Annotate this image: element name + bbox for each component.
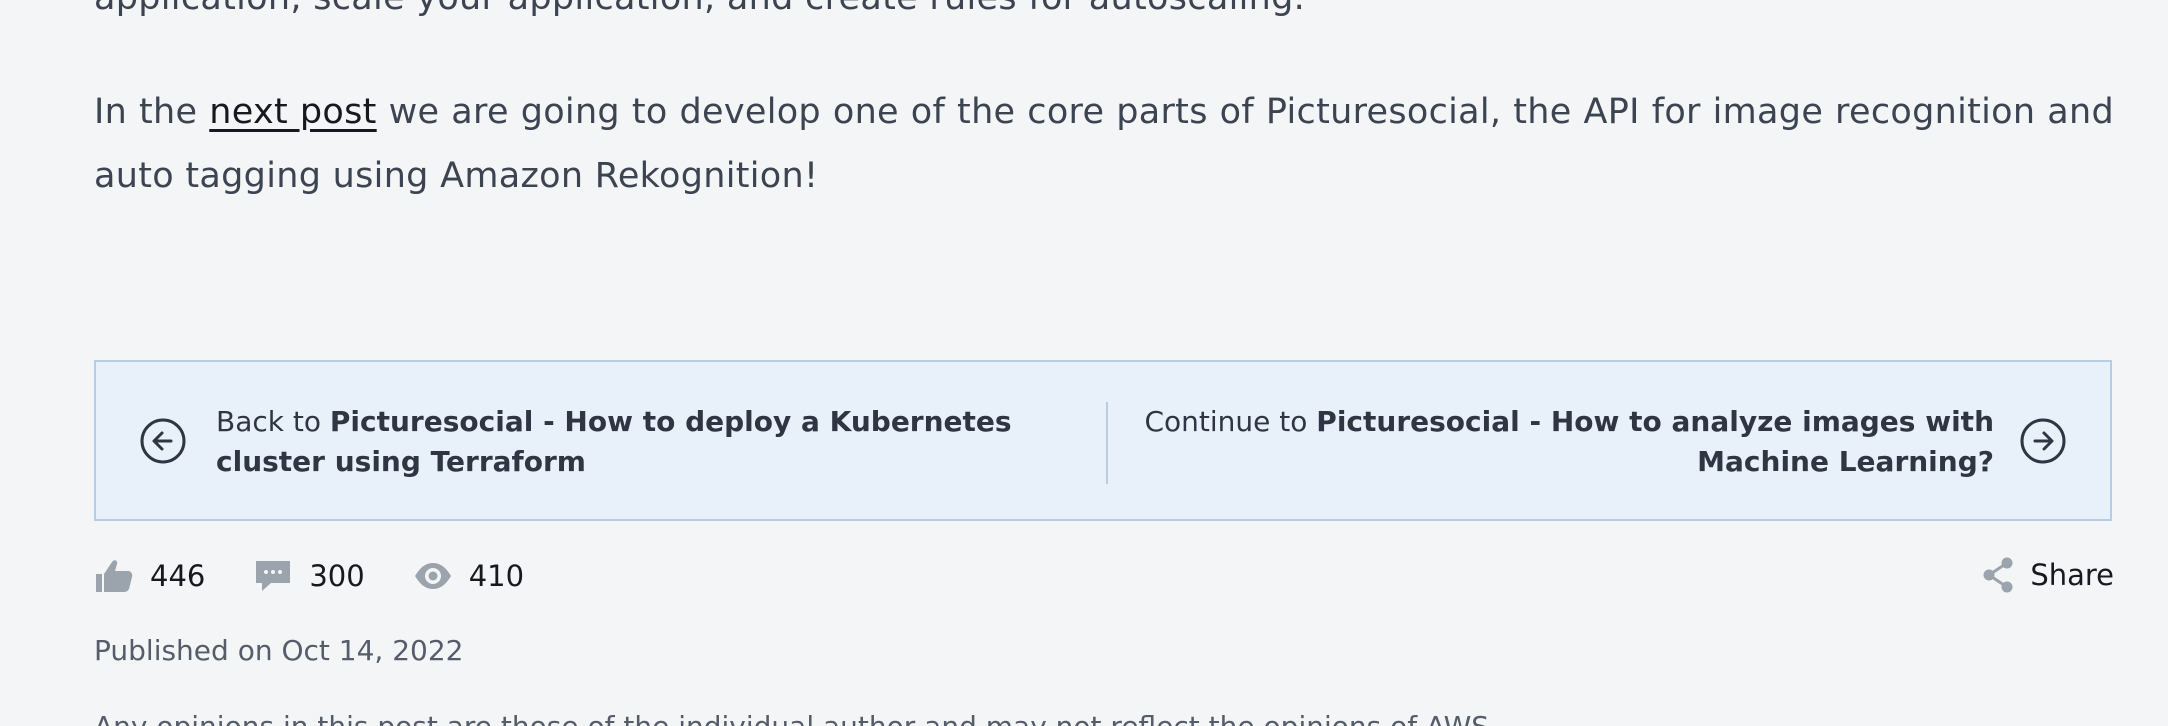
continue-post-title: Picturesocial - How to analyze images wi… <box>1316 405 1994 478</box>
published-date: Published on Oct 14, 2022 <box>94 634 464 667</box>
arrow-right-circle-icon <box>2020 418 2066 464</box>
opinion-disclaimer: Any opinions in this post are those of t… <box>94 710 1498 726</box>
eye-icon <box>414 563 451 589</box>
next-post-link[interactable]: next post <box>209 92 376 132</box>
views-count: 410 <box>468 559 525 593</box>
comments-stat[interactable]: 300 <box>253 558 365 594</box>
back-link-text: Back to Picturesocial - How to deploy a … <box>216 402 1090 482</box>
comments-count: 300 <box>309 559 365 593</box>
share-button[interactable]: Share <box>1980 556 2114 594</box>
thumbs-up-icon <box>96 560 133 592</box>
article-page: application, scale your application, and… <box>0 0 2168 726</box>
back-post-title: Picturesocial - How to deploy a Kubernet… <box>216 405 1012 478</box>
closing-paragraph: In the next post we are going to develop… <box>94 80 2114 208</box>
continue-prefix: Continue to <box>1144 405 1317 438</box>
nav-divider <box>1106 402 1108 484</box>
comment-icon <box>256 561 291 591</box>
share-icon <box>1983 557 2013 593</box>
likes-count: 446 <box>150 559 206 593</box>
paragraph-text-end: we are going to develop one of the core … <box>94 92 2114 196</box>
post-navigation: Back to Picturesocial - How to deploy a … <box>94 360 2112 521</box>
views-stat: 410 <box>413 558 524 594</box>
continue-link-text: Continue to Picturesocial - How to analy… <box>1126 402 1994 482</box>
share-label: Share <box>2030 558 2114 592</box>
continue-link[interactable]: Continue to Picturesocial - How to analy… <box>1126 402 2066 482</box>
post-stats: 446 300 410 Share <box>94 556 2114 596</box>
back-prefix: Back to <box>216 405 330 438</box>
paragraph-text-start: In the <box>94 92 210 132</box>
likes-stat[interactable]: 446 <box>94 558 205 594</box>
back-link[interactable]: Back to Picturesocial - How to deploy a … <box>140 402 1090 482</box>
arrow-left-circle-icon <box>140 418 186 464</box>
previous-paragraph-tail: application, scale your application, and… <box>94 0 2114 30</box>
